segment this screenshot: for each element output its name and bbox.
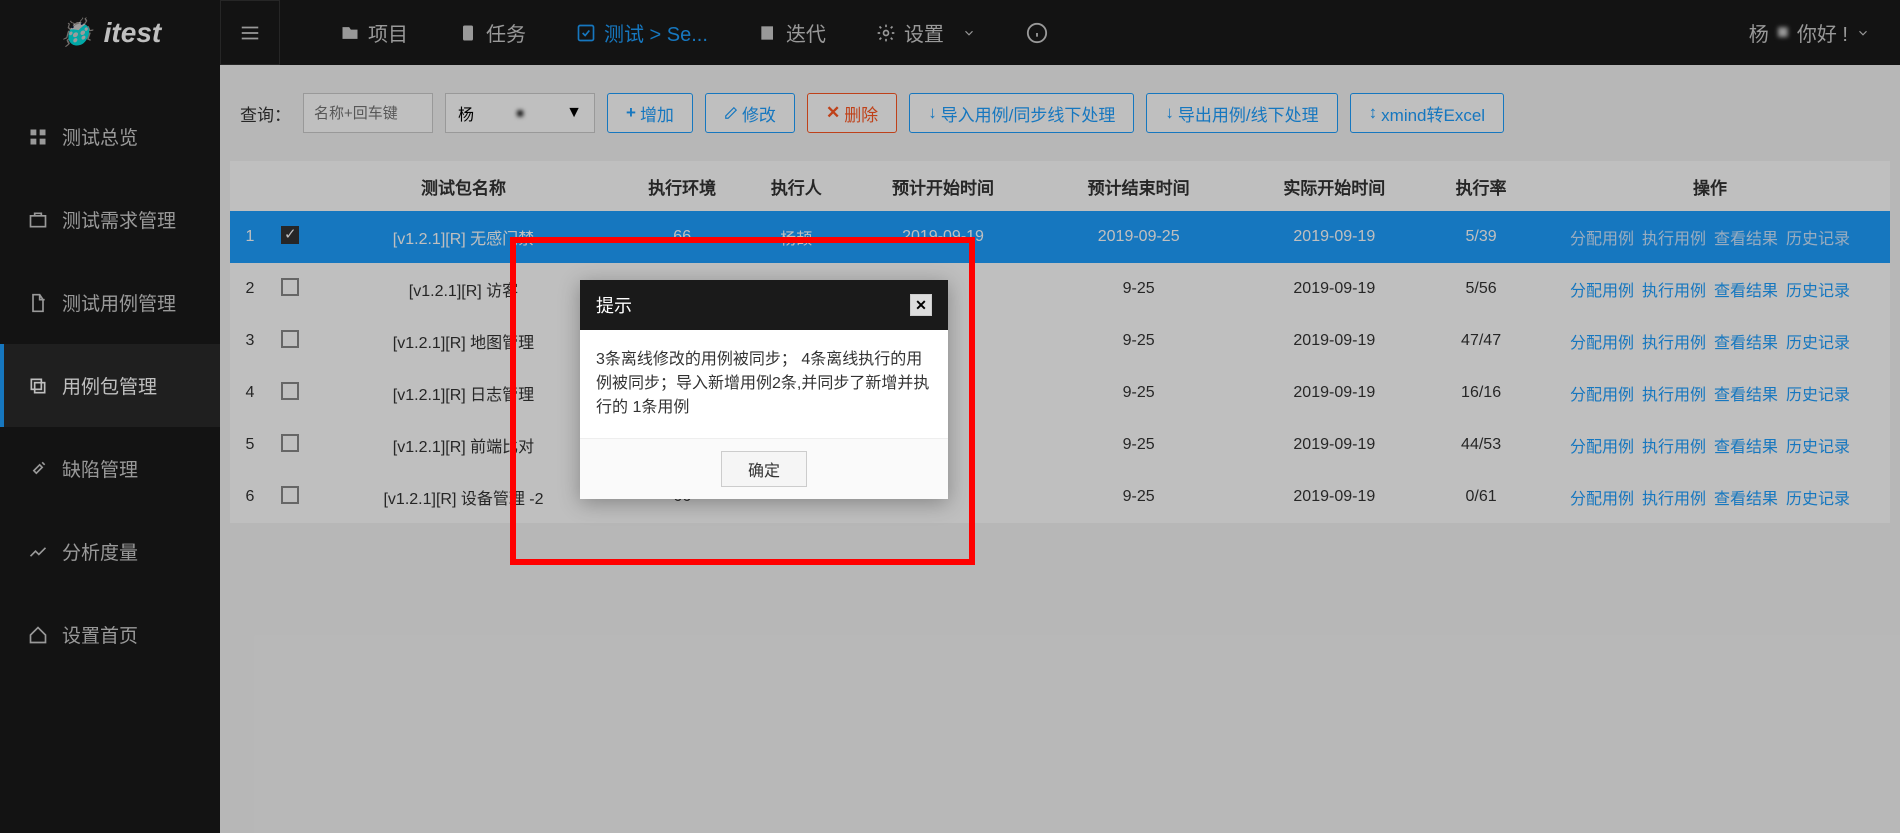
modal-header: 提示 ✕ — [580, 280, 948, 330]
modal: 提示 ✕ 3条离线修改的用例被同步； 4条离线执行的用例被同步；导入新增用例2条… — [580, 280, 948, 499]
modal-close-button[interactable]: ✕ — [910, 294, 932, 316]
modal-mask — [0, 0, 1900, 833]
modal-body: 3条离线修改的用例被同步； 4条离线执行的用例被同步；导入新增用例2条,并同步了… — [580, 330, 948, 438]
modal-footer: 确定 — [580, 438, 948, 499]
modal-ok-button[interactable]: 确定 — [721, 451, 807, 487]
modal-title: 提示 — [596, 292, 632, 318]
